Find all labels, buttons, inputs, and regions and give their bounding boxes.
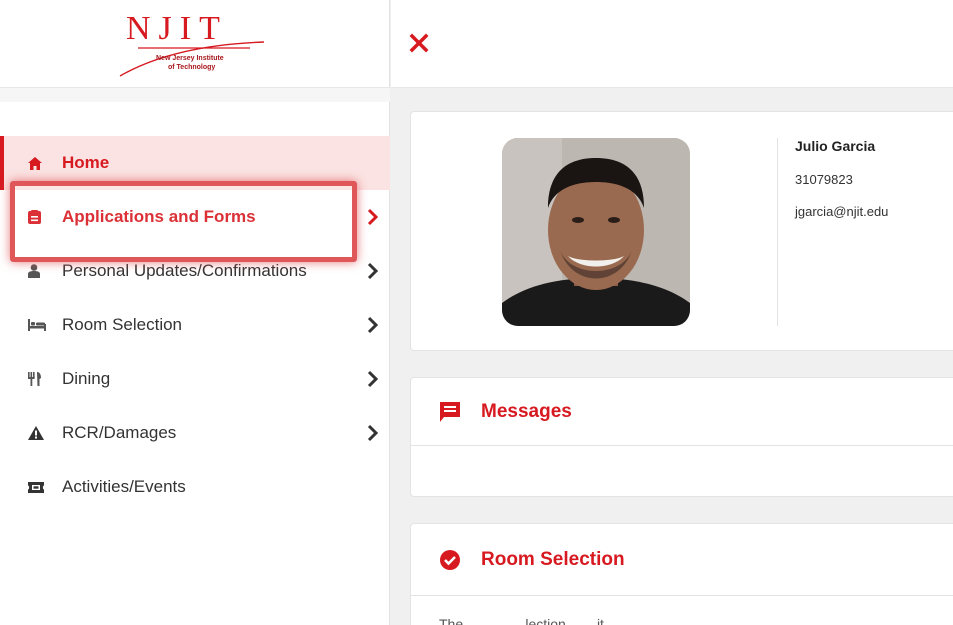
person-icon (28, 263, 50, 279)
messages-title: Messages (481, 400, 572, 422)
chevron-right-icon[interactable] (366, 208, 380, 226)
sidebar-item-label: Activities/Events (62, 477, 186, 496)
room-selection-title: Room Selection (481, 548, 625, 570)
profile-email: jgarcia@njit.edu (795, 204, 889, 219)
sidebar-item-label: RCR/Damages (62, 423, 177, 442)
room-selection-card: Room Selection The ... ... ... ...lectio… (410, 523, 953, 625)
room-selection-header[interactable]: Room Selection (411, 524, 953, 596)
sidebar: NJIT New Jersey Institute of Technology … (0, 0, 390, 625)
profile-info: Julio Garcia 31079823 jgarcia@njit.edu (795, 138, 888, 219)
chevron-right-icon[interactable] (366, 370, 380, 388)
profile-card: Julio Garcia 31079823 jgarcia@njit.edu (410, 111, 953, 351)
home-icon (28, 155, 50, 171)
sidebar-nav: Home Applications and Forms Personal Upd… (0, 136, 390, 514)
top-bar (391, 0, 953, 88)
logo-subtitle-line2: of Technology (168, 64, 216, 71)
sidebar-item-label: Room Selection (62, 315, 183, 334)
logo-subtitle: New Jersey Institute of Technology (156, 54, 246, 72)
chevron-right-icon[interactable] (366, 262, 380, 280)
message-icon (440, 401, 460, 422)
profile-divider (777, 138, 778, 326)
ticket-icon (28, 479, 50, 495)
utensils-icon (28, 371, 50, 387)
sidebar-item-dining[interactable]: Dining (0, 352, 390, 406)
profile-photo (502, 138, 690, 326)
sidebar-item-home[interactable]: Home (0, 136, 390, 190)
sidebar-item-label: Applications and Forms (62, 207, 256, 226)
logo-area: NJIT New Jersey Institute of Technology (0, 0, 390, 88)
document-icon (28, 209, 50, 225)
check-circle-icon (440, 549, 460, 570)
chevron-right-icon[interactable] (366, 316, 380, 334)
sidebar-item-label: Home (62, 153, 110, 172)
sidebar-item-rcr-damages[interactable]: RCR/Damages (0, 406, 390, 460)
njit-logo[interactable]: NJIT New Jersey Institute of Technology (118, 10, 278, 82)
warning-icon (28, 425, 50, 441)
close-icon[interactable] (409, 33, 429, 53)
profile-student-id: 31079823 (795, 172, 853, 187)
sidebar-item-room-selection[interactable]: Room Selection (0, 298, 390, 352)
sidebar-item-applications-and-forms[interactable]: Applications and Forms (0, 190, 390, 244)
sidebar-item-personal-updates[interactable]: Personal Updates/Confirmations (0, 244, 390, 298)
sidebar-item-label: Personal Updates/Confirmations (62, 261, 307, 280)
bed-icon (28, 317, 50, 333)
nav-spacer (0, 88, 390, 102)
chevron-right-icon[interactable] (366, 424, 380, 442)
profile-name: Julio Garcia (795, 138, 876, 154)
sidebar-item-activities-events[interactable]: Activities/Events (0, 460, 390, 514)
room-selection-text: The ... ... ... ...lection ... ...it ...… (439, 616, 636, 625)
messages-header[interactable]: Messages (411, 378, 953, 446)
sidebar-item-label: Dining (62, 369, 111, 388)
messages-card: Messages (410, 377, 953, 497)
logo-subtitle-line1: New Jersey Institute (156, 55, 224, 62)
